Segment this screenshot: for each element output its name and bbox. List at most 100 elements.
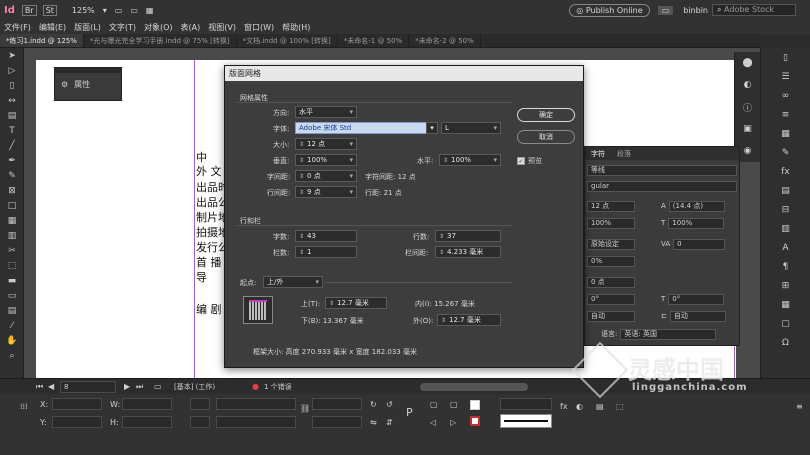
character-panel[interactable]: 字符 段落 等线 gular 12 点 A (14.4 点) 100% T 100%… xyxy=(584,146,740,346)
scale-x-field[interactable] xyxy=(190,398,210,410)
rotate-ccw-icon[interactable]: ↺ xyxy=(386,400,393,409)
pathfinder-icon[interactable]: ▥ xyxy=(761,219,810,238)
pencil-tool-icon[interactable]: ✎ xyxy=(0,168,24,183)
gradient-icon[interactable]: ▬ xyxy=(0,273,24,288)
rotation-field[interactable] xyxy=(312,398,362,410)
language-field[interactable]: 英语: 英国 xyxy=(620,328,717,340)
tab-character[interactable]: 字符 xyxy=(585,149,611,159)
horizontal-scale-field[interactable]: 100% xyxy=(668,217,725,229)
last-page-icon[interactable]: ⏭ xyxy=(136,382,143,392)
stroke-icon[interactable]: ≡ xyxy=(761,105,810,124)
scissors-icon[interactable]: ✂ xyxy=(0,243,24,258)
glyphs-icon[interactable]: Ω xyxy=(761,333,810,352)
tab-doc-1[interactable]: *练习1.indd @ 125% xyxy=(0,34,84,47)
info-icon[interactable]: ⓘ xyxy=(735,96,760,118)
h-field[interactable] xyxy=(122,416,172,428)
bridge-button[interactable]: Br xyxy=(21,4,37,16)
font-family-field[interactable]: 等线 xyxy=(587,164,737,176)
layers-icon[interactable]: ☰ xyxy=(761,67,810,86)
lines-field[interactable]: ⇕ 37 xyxy=(435,230,501,242)
effects-fx-icon[interactable]: fx xyxy=(560,402,568,411)
horizontal-field[interactable]: ⇕ 100% xyxy=(439,154,501,166)
links-icon[interactable]: ∞ xyxy=(761,86,810,105)
auto-fit-icon[interactable]: ⬚ xyxy=(616,402,624,411)
stroke-type-select[interactable] xyxy=(500,414,552,428)
selection-tool-icon[interactable]: ➤ xyxy=(0,48,24,63)
cell-styles-icon[interactable]: ▦ xyxy=(761,295,810,314)
shear-field[interactable] xyxy=(312,416,362,428)
preview-checkbox[interactable]: ✓ xyxy=(517,157,525,165)
select-content-icon[interactable]: ▢ xyxy=(450,400,458,409)
tab-doc-5[interactable]: *未命名-2 @ 50% xyxy=(409,34,481,47)
top-field[interactable]: ⇕ 12.7 毫米 xyxy=(325,297,387,309)
zoom-dropdown-icon[interactable]: ▾ xyxy=(99,6,111,15)
menu-table[interactable]: 表(A) xyxy=(177,22,205,33)
comments-icon[interactable]: ▣ xyxy=(735,118,760,140)
menu-window[interactable]: 窗口(W) xyxy=(240,22,278,33)
next-page-icon[interactable]: ▶ xyxy=(124,382,130,391)
page-number-field[interactable]: 8 xyxy=(60,381,116,393)
direction-select[interactable]: 水平 xyxy=(295,106,357,118)
baseline-shift-field[interactable]: 0 点 xyxy=(587,276,635,288)
leading-field[interactable]: (14.4 点) xyxy=(668,200,725,212)
screen-mode-icon[interactable]: ▭ xyxy=(126,6,142,15)
line-spacing-field[interactable]: ⇕ 9 点 xyxy=(295,186,357,198)
auto-field-2[interactable]: 自动 xyxy=(669,310,726,322)
paragraph-styles-icon[interactable]: ¶ xyxy=(761,257,810,276)
layout-grid-dialog[interactable]: 版面网格 网格属性 方向: 水平 字体: Adobe 宋体 Std ▾ L 大小… xyxy=(224,65,584,368)
swatches-icon[interactable]: ▦ xyxy=(761,124,810,143)
vertical-field[interactable]: ⇕ 100% xyxy=(295,154,357,166)
free-transform-icon[interactable]: ⬚ xyxy=(0,258,24,273)
constrain-proportions-icon[interactable]: ⛓ xyxy=(300,404,310,413)
properties-panel[interactable]: ⚙ 属性 xyxy=(54,67,122,101)
font-size-field[interactable]: 12 点 xyxy=(587,200,635,212)
horizontal-grid-icon[interactable]: ▦ xyxy=(0,213,24,228)
error-count[interactable]: 1 个错误 xyxy=(264,382,292,392)
font-style-select[interactable]: L xyxy=(441,122,501,134)
cancel-button[interactable]: 取消 xyxy=(517,130,575,144)
hand-tool-icon[interactable]: ✋ xyxy=(0,333,24,348)
preview-option[interactable]: ✓ 预览 xyxy=(517,156,542,166)
content-collector-icon[interactable]: ▤ xyxy=(0,108,24,123)
publish-online-button[interactable]: ◎ Publish Online xyxy=(569,3,650,17)
align-icon[interactable]: ⊟ xyxy=(761,200,810,219)
horizontal-scrollbar[interactable] xyxy=(420,383,528,391)
eyedropper-icon[interactable]: ⁄ xyxy=(0,318,24,333)
x-field[interactable] xyxy=(52,398,102,410)
effects-icon[interactable]: fx xyxy=(761,162,810,181)
menu-file[interactable]: 文件(F) xyxy=(0,22,35,33)
flip-horizontal-icon[interactable]: ⇋ xyxy=(370,418,377,427)
rotate-cw-icon[interactable]: ↻ xyxy=(370,400,377,409)
menu-object[interactable]: 对象(O) xyxy=(140,22,177,33)
scale-x-percent-field[interactable] xyxy=(216,398,296,410)
scale-y-percent-field[interactable] xyxy=(216,416,296,428)
pages-icon[interactable]: ▯ xyxy=(761,48,810,67)
scale-y-field[interactable] xyxy=(190,416,210,428)
tab-doc-4[interactable]: *未命名-1 @ 50% xyxy=(338,34,410,47)
stroke-swatch-icon[interactable] xyxy=(470,416,480,426)
menu-edit[interactable]: 编辑(E) xyxy=(35,22,70,33)
character-styles-icon[interactable]: A xyxy=(761,238,810,257)
flip-vertical-icon[interactable]: ⇵ xyxy=(386,418,393,427)
preflight-profile[interactable]: [基本] (工作) xyxy=(174,382,215,392)
line-tool-icon[interactable]: ╱ xyxy=(0,138,24,153)
workspace-switcher-icon[interactable]: ▭ xyxy=(657,5,674,15)
adobe-stock-search[interactable]: ⌕ Adobe Stock xyxy=(712,4,796,16)
font-style-field[interactable]: gular xyxy=(587,180,737,192)
table-icon[interactable]: ⊞ xyxy=(761,276,810,295)
gutter-field[interactable]: ⇕ 4.233 毫米 xyxy=(435,246,501,258)
user-name[interactable]: binbin xyxy=(679,6,712,15)
direct-selection-icon[interactable]: ▷ xyxy=(0,63,24,78)
text-wrap-options-icon[interactable]: ▤ xyxy=(596,402,604,411)
tracking-field[interactable]: 0 xyxy=(673,238,726,250)
tab-doc-2[interactable]: *光与曝光完全学习手册.indd @ 75% [转换] xyxy=(84,34,237,47)
columns-field[interactable]: ⇕ 1 xyxy=(295,246,357,258)
origin-select[interactable]: 上/外 xyxy=(263,276,323,288)
fill-swatch-icon[interactable] xyxy=(470,400,480,410)
char-spacing-field[interactable]: ⇕ 0 点 xyxy=(295,170,357,182)
select-container-icon[interactable]: ▢ xyxy=(430,400,438,409)
vertical-grid-icon[interactable]: ▥ xyxy=(0,228,24,243)
prev-page-icon[interactable]: ◀ xyxy=(48,382,54,391)
page-tool-icon[interactable]: ▯ xyxy=(0,78,24,93)
menu-view[interactable]: 视图(V) xyxy=(204,22,240,33)
